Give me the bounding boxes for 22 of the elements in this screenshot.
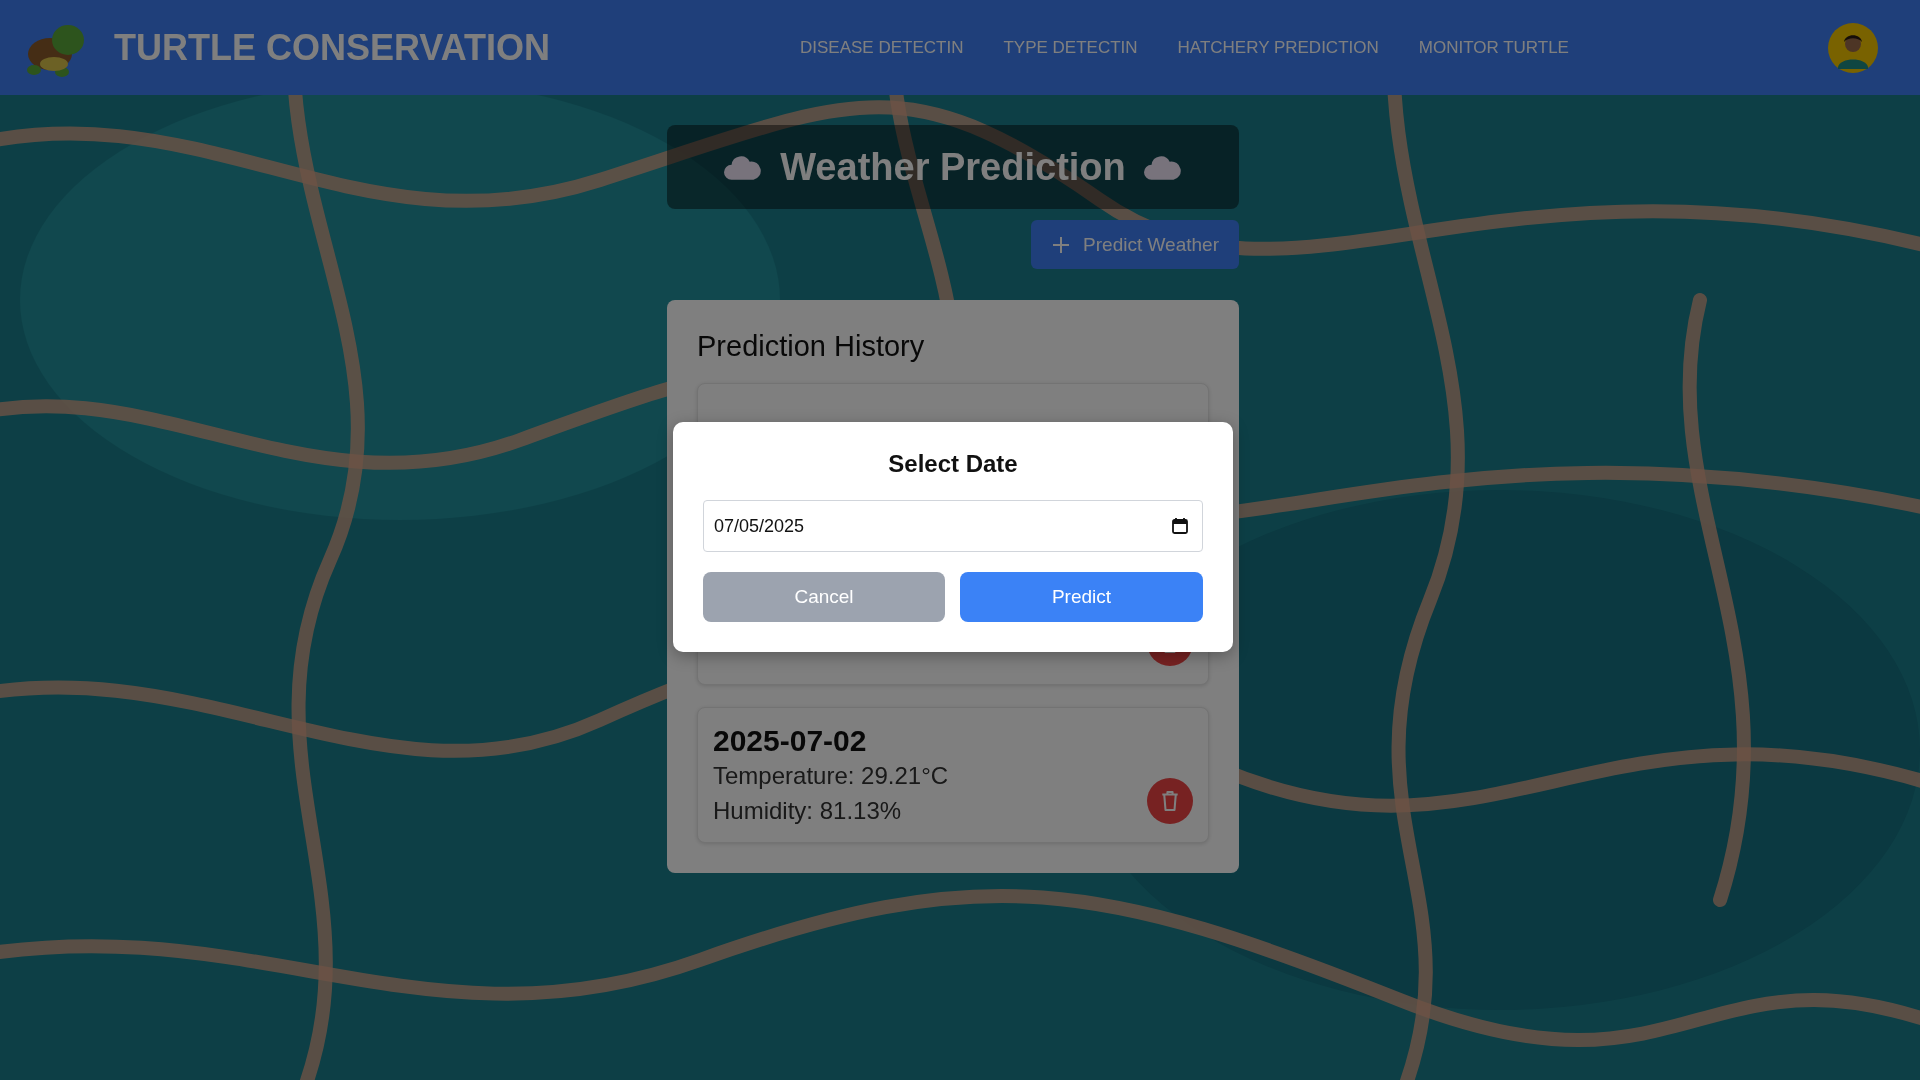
predict-button[interactable]: Predict bbox=[960, 572, 1203, 622]
nav-link[interactable]: MONITOR TURTLE bbox=[1418, 37, 1569, 58]
section-title: Prediction History bbox=[697, 330, 926, 363]
plus-icon bbox=[1051, 234, 1072, 255]
temperature-text: Temperature: 29.21°C bbox=[713, 761, 949, 791]
date-field[interactable]: 07/05/2025 bbox=[703, 500, 1203, 552]
cloud-icon bbox=[1143, 154, 1182, 180]
page-title: Weather Prediction bbox=[780, 145, 1126, 189]
calendar-icon[interactable] bbox=[1171, 517, 1189, 535]
cancel-button[interactable]: Cancel bbox=[703, 572, 945, 622]
nav-link[interactable]: TYPE DETECTIN bbox=[1003, 37, 1138, 58]
app-title: TURTLE CONSERVATION bbox=[114, 26, 550, 69]
nav-link[interactable]: HATCHERY PREDICTION bbox=[1177, 37, 1379, 58]
cloud-icon bbox=[724, 154, 763, 180]
avatar-icon[interactable] bbox=[1828, 22, 1878, 73]
dialog-title: Select Date bbox=[887, 450, 1019, 478]
entry-date: 2025-07-02 bbox=[713, 724, 868, 758]
nav-link[interactable]: DISEASE DETECTIN bbox=[800, 37, 964, 58]
delete-button[interactable] bbox=[1147, 778, 1193, 824]
trash-icon bbox=[1161, 791, 1179, 811]
predict-weather-button[interactable]: Predict Weather bbox=[1031, 220, 1239, 269]
humidity-text: Humidity: 81.13% bbox=[713, 796, 903, 826]
